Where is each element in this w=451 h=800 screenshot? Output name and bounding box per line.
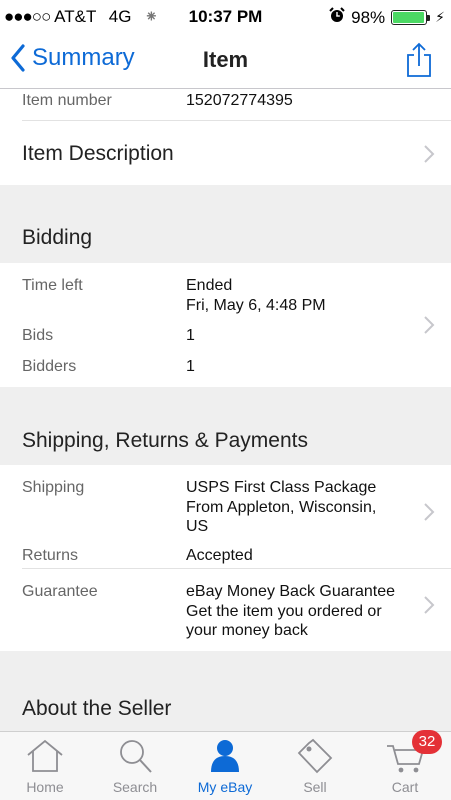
- item-description-label: Item Description: [22, 142, 174, 165]
- share-icon: [407, 42, 431, 77]
- tab-bar: Home Search My eBay Sell 32 Cart: [0, 730, 451, 800]
- tab-sell-label: Sell: [303, 779, 327, 795]
- tab-my-ebay[interactable]: My eBay: [180, 732, 270, 800]
- chevron-right-icon: [424, 145, 435, 163]
- chevron-left-icon: [11, 44, 25, 72]
- tab-cart-label: Cart: [391, 779, 419, 795]
- shipping-service: USPS First Class Package: [186, 479, 377, 496]
- bids-value: 1: [186, 327, 195, 344]
- end-date: Fri, May 6, 4:48 PM: [186, 297, 326, 314]
- returns-value: Accepted: [186, 547, 253, 564]
- guarantee-value: eBay Money Back Guarantee: [186, 583, 396, 600]
- shipping-origin-line2: US: [186, 518, 209, 535]
- guarantee-sub-line2: your money back: [186, 622, 308, 639]
- search-icon: [90, 738, 180, 774]
- status-bar: ●●●○○ AT&T 4G ⁕ 10:37 PM 98% ⚡: [0, 0, 451, 36]
- item-number-row: Item number 152072774395: [0, 89, 451, 121]
- navigation-bar: Summary Item: [0, 36, 451, 89]
- bidding-section-header: Bidding: [0, 213, 451, 263]
- battery-percent: 98%: [351, 7, 386, 27]
- tab-search[interactable]: Search: [90, 732, 180, 800]
- item-number-label: Item number: [22, 92, 112, 109]
- shipping-label: Shipping: [22, 479, 85, 496]
- shipping-details[interactable]: Shipping USPS First Class Package From A…: [0, 465, 451, 569]
- bidding-title: Bidding: [22, 226, 93, 249]
- time-left-value: Ended: [186, 277, 233, 294]
- chevron-right-icon: [424, 596, 435, 614]
- tab-cart[interactable]: 32 Cart: [360, 730, 450, 800]
- item-details: Item number 152072774395 Item Descriptio…: [0, 89, 451, 731]
- alarm-clock-icon: [329, 7, 345, 28]
- status-right: 98% ⚡: [329, 7, 445, 28]
- guarantee-row[interactable]: Guarantee eBay Money Back Guarantee Get …: [0, 569, 451, 651]
- cart-count-badge: 32: [412, 730, 442, 754]
- tab-sell[interactable]: Sell: [270, 732, 360, 800]
- bidding-details[interactable]: Time left Ended Fri, May 6, 4:48 PM Bids…: [0, 263, 451, 387]
- charging-bolt-icon: ⚡: [435, 9, 445, 25]
- chevron-right-icon: [424, 503, 435, 521]
- back-button[interactable]: Summary: [10, 44, 135, 72]
- section-spacer: [0, 185, 451, 213]
- guarantee-sub-line1: Get the item you ordered or: [186, 603, 382, 620]
- seller-section-header: About the Seller: [0, 651, 451, 731]
- chevron-right-icon: [424, 316, 435, 334]
- tab-home[interactable]: Home: [0, 732, 90, 800]
- time-left-label: Time left: [22, 277, 83, 294]
- tag-icon: [270, 738, 360, 774]
- bidders-label: Bidders: [22, 358, 77, 375]
- tab-home-label: Home: [26, 779, 64, 795]
- shipping-returns-payments-title: Shipping, Returns & Payments: [22, 429, 308, 452]
- user-icon: [180, 738, 270, 774]
- section-spacer: [0, 387, 451, 415]
- tab-search-label: Search: [112, 779, 158, 795]
- battery-icon: [391, 10, 431, 25]
- shipping-section-header: Shipping, Returns & Payments: [0, 415, 451, 465]
- back-button-label: Summary: [32, 44, 135, 71]
- item-number-value: 152072774395: [186, 92, 293, 109]
- shipping-origin-line1: From Appleton, Wisconsin,: [186, 499, 377, 516]
- about-seller-title: About the Seller: [22, 697, 172, 720]
- bids-label: Bids: [22, 327, 54, 344]
- home-icon: [0, 738, 90, 774]
- returns-label: Returns: [22, 547, 79, 564]
- bidders-value: 1: [186, 358, 195, 375]
- guarantee-label: Guarantee: [22, 583, 98, 600]
- tab-my-ebay-label: My eBay: [197, 779, 253, 795]
- item-description-row[interactable]: Item Description: [0, 121, 451, 185]
- share-button[interactable]: [405, 42, 433, 83]
- battery-fill: [393, 12, 424, 23]
